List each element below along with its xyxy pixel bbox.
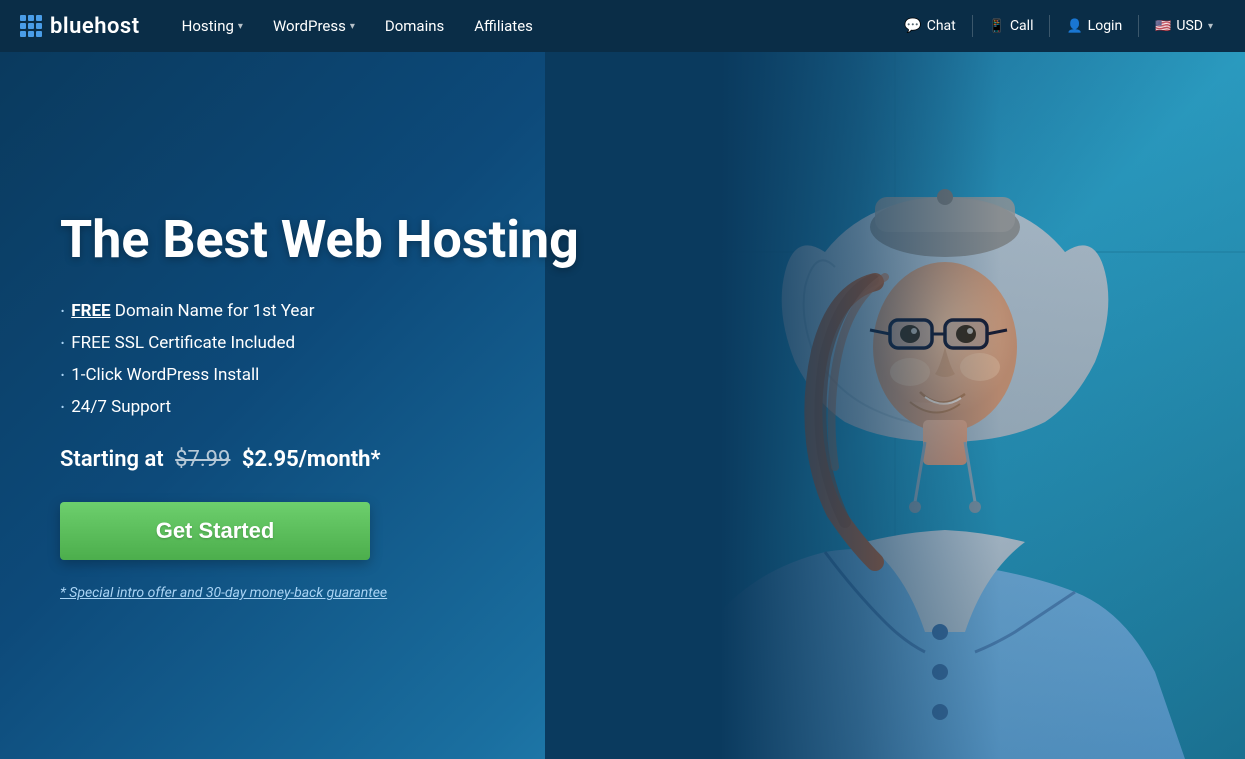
bullet-icon: · [60,363,65,387]
feature-item-2: · FREE SSL Certificate Included [60,331,579,355]
nav-item-hosting[interactable]: Hosting ▾ [170,11,255,41]
get-started-button[interactable]: Get Started [60,502,370,560]
chat-icon [904,18,921,34]
logo[interactable]: bluehost [20,14,140,39]
feature-item-4: · 24/7 Support [60,395,579,419]
chevron-down-icon: ▾ [350,21,355,32]
pricing-info: Starting at $7.99 $2.95/month* [60,447,579,472]
currency-selector[interactable]: USD ▾ [1143,12,1225,40]
hero-features-list: · FREE Domain Name for 1st Year · FREE S… [60,299,579,419]
feature-item-1: · FREE Domain Name for 1st Year [60,299,579,323]
chevron-down-icon: ▾ [1208,21,1213,32]
chevron-down-icon: ▾ [238,21,243,32]
nav-item-domains[interactable]: Domains [373,11,456,41]
user-icon [1066,18,1082,34]
logo-grid-icon [20,15,42,37]
original-price: $7.99 [175,447,230,472]
nav-links: Hosting ▾ WordPress ▾ Domains Affiliates [170,11,893,41]
current-price: $2.95/month* [242,447,381,472]
nav-item-affiliates[interactable]: Affiliates [462,11,545,41]
nav-right: Chat Call Login USD ▾ [892,12,1225,40]
nav-divider-2 [1049,15,1050,37]
free-text: FREE [71,301,110,321]
hero-content: The Best Web Hosting · FREE Domain Name … [0,210,639,602]
bullet-icon: · [60,299,65,323]
call-button[interactable]: Call [977,12,1046,40]
phone-icon [989,18,1005,34]
flag-icon [1155,18,1171,34]
chat-button[interactable]: Chat [892,12,967,40]
nav-divider [972,15,973,37]
logo-text: bluehost [50,14,140,39]
bullet-icon: · [60,395,65,419]
feature-item-3: · 1-Click WordPress Install [60,363,579,387]
nav-divider-3 [1138,15,1139,37]
hero-overlay [545,52,1245,759]
login-button[interactable]: Login [1054,12,1134,40]
bullet-icon: · [60,331,65,355]
nav-item-wordpress[interactable]: WordPress ▾ [261,11,367,41]
hero-title: The Best Web Hosting [60,210,579,270]
hero-image [545,52,1245,759]
guarantee-link[interactable]: * Special intro offer and 30-day money-b… [60,585,387,601]
navbar: bluehost Hosting ▾ WordPress ▾ Domains A… [0,0,1245,52]
hero-section: The Best Web Hosting · FREE Domain Name … [0,52,1245,759]
